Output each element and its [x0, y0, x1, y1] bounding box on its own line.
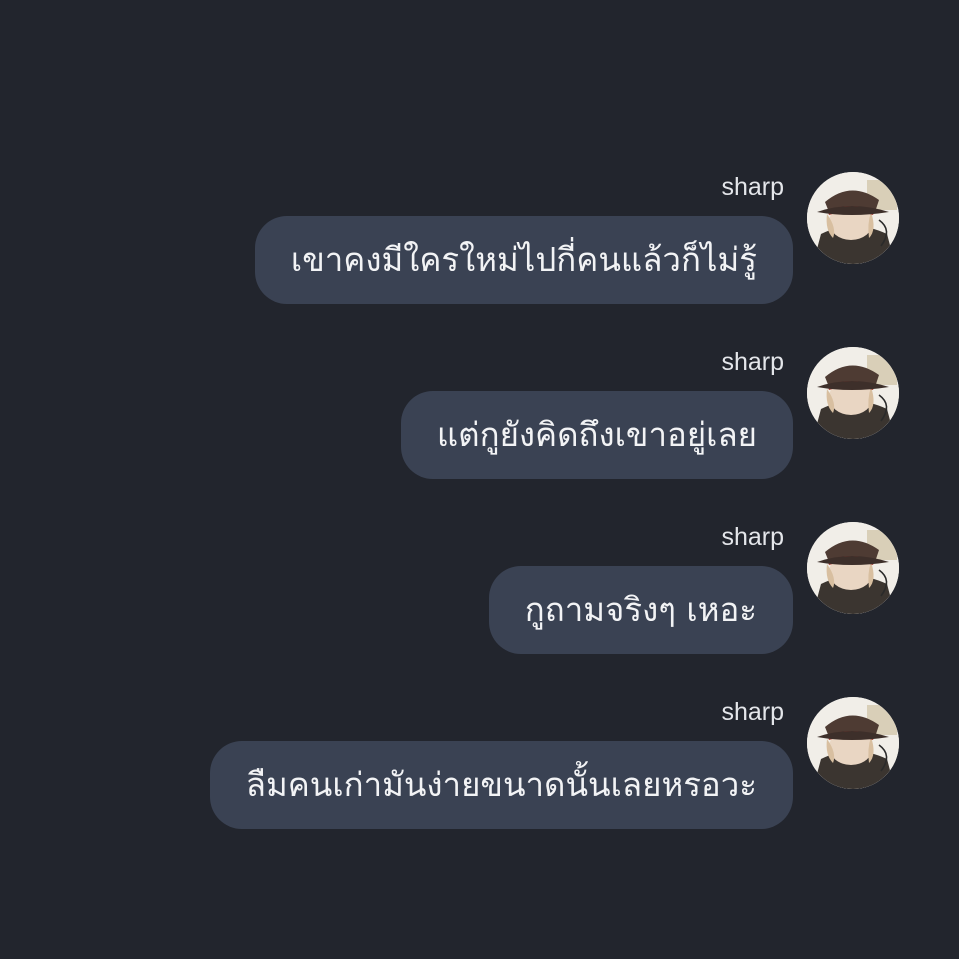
character-avatar-icon[interactable]: [807, 172, 899, 264]
message-group: sharp ลืมคนเก่ามันง่ายขนาดนั้นเลยหรอวะ: [0, 697, 959, 837]
message-bubble[interactable]: เขาคงมีใครใหม่ไปกี่คนแล้วก็ไม่รู้: [254, 216, 793, 304]
sender-name: sharp: [721, 173, 784, 201]
sender-name: sharp: [721, 523, 784, 551]
message-bubble[interactable]: กูถามจริงๆ เหอะ: [488, 566, 793, 654]
character-avatar-icon[interactable]: [807, 697, 899, 789]
message-group: sharp เขาคงมีใครใหม่ไปกี่คนแล้วก็ไม่รู้: [0, 172, 959, 312]
message-group: sharp กูถามจริงๆ เหอะ: [0, 522, 959, 662]
sender-name: sharp: [721, 348, 784, 376]
message-bubble[interactable]: แต่กูยังคิดถึงเขาอยู่เลย: [400, 391, 793, 479]
character-avatar-icon[interactable]: [807, 522, 899, 614]
message-bubble[interactable]: ลืมคนเก่ามันง่ายขนาดนั้นเลยหรอวะ: [209, 741, 793, 829]
sender-name: sharp: [721, 698, 784, 726]
message-group: sharp แต่กูยังคิดถึงเขาอยู่เลย: [0, 347, 959, 487]
chat-screen: sharp เขาคงมีใครใหม่ไปกี่คนแล้วก็ไม่รู้ …: [0, 0, 959, 959]
character-avatar-icon[interactable]: [807, 347, 899, 439]
